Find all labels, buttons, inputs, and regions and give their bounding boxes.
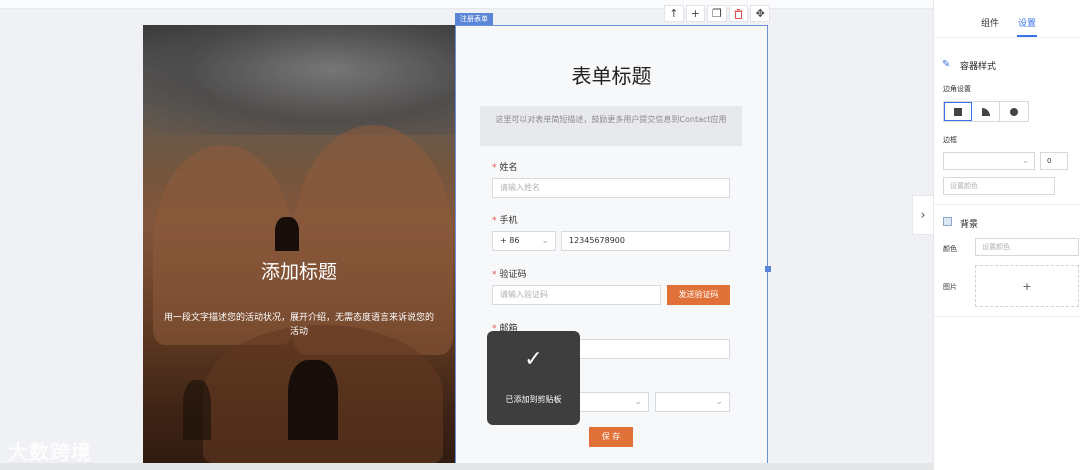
chevron-right-icon: › (920, 207, 926, 223)
country-code-value: + 86 (500, 236, 520, 245)
check-icon: ✓ (524, 347, 543, 372)
hero-overlay (143, 25, 455, 470)
chevron-down-icon: ⌄ (715, 397, 723, 407)
tab-components[interactable]: 组件 (981, 16, 999, 29)
rounded-corner-icon (981, 107, 990, 116)
region-select-2[interactable]: ⌄ (655, 392, 730, 412)
background-checkbox[interactable] (943, 217, 952, 226)
phone-label-text: 手机 (499, 216, 518, 226)
image-upload-button[interactable]: + (975, 265, 1079, 307)
phone-input[interactable]: 12345678900 (561, 231, 730, 251)
square-corner-icon (954, 107, 962, 116)
save-button[interactable]: 保 存 (589, 427, 633, 447)
color-label: 颜色 (943, 245, 957, 253)
copied-toast: ✓ 已添加到剪贴板 (487, 331, 580, 425)
component-toolbar: ↑ + ❐ ✥ (664, 5, 770, 22)
code-label: * 验证码 (492, 267, 527, 280)
border-label: 边框 (943, 136, 957, 144)
hero-description[interactable]: 用一段文字描述您的活动状况，展开介绍，无需态度语言来诉说您的活动 (163, 311, 435, 339)
move-up-icon[interactable]: ↑ (664, 5, 684, 22)
form-description[interactable]: 这里可以对表单简短描述，鼓励更多用户提交信息到Contact应用 (480, 106, 742, 146)
required-mark: * (492, 163, 497, 173)
name-label-text: 姓名 (499, 163, 518, 173)
hero-image[interactable]: 添加标题 用一段文字描述您的活动状况，展开介绍，无需态度语言来诉说您的活动 (143, 25, 455, 470)
border-style-select[interactable]: ⌄ (943, 152, 1035, 170)
selection-tag: 注册表单 (455, 13, 493, 25)
background-color-input[interactable]: 设置颜色 (975, 238, 1079, 256)
send-code-button[interactable]: 发送验证码 (667, 285, 730, 305)
active-tab-indicator (1017, 35, 1037, 37)
watermark-text: 大数跨境 (8, 440, 92, 464)
add-icon[interactable]: + (685, 5, 706, 22)
name-label: * 姓名 (492, 160, 518, 173)
form-title[interactable]: 表单标题 (455, 60, 768, 89)
circle-corner-icon (1010, 107, 1018, 116)
style-wand-icon: ✎ (942, 59, 951, 70)
delete-icon[interactable] (728, 5, 749, 22)
settings-sidebar: 组件 设置 ✎ 容器样式 边角设置 边框 ⌄ 0 设置颜色 背景 颜色 设置颜色… (933, 0, 1080, 470)
sidebar-tabs: 组件 设置 (934, 0, 1080, 38)
code-label-text: 验证码 (499, 270, 527, 280)
watermark-logo: 大数跨境 (8, 436, 92, 465)
corner-rounded-button[interactable] (972, 102, 1000, 121)
bottom-scrollbar[interactable] (0, 463, 933, 470)
chevron-down-icon: ⌄ (634, 397, 642, 407)
required-mark: * (492, 216, 497, 226)
corner-settings-label: 边角设置 (943, 85, 971, 93)
background-title: 背景 (960, 220, 979, 230)
top-bar (0, 0, 933, 9)
section-divider (934, 204, 1080, 205)
code-input[interactable]: 请输入验证码 (492, 285, 661, 305)
border-width-input[interactable]: 0 (1040, 152, 1068, 170)
copy-icon[interactable]: ❐ (707, 5, 727, 22)
image-label: 图片 (943, 283, 957, 291)
chevron-down-icon: ⌄ (1022, 156, 1029, 165)
region-select-1[interactable]: ⌄ (575, 392, 649, 412)
corner-square-button[interactable] (944, 102, 972, 121)
name-input[interactable]: 请输入姓名 (492, 178, 730, 198)
resize-handle[interactable] (765, 266, 771, 272)
collapse-panel-button[interactable]: › (912, 195, 933, 235)
toast-message: 已添加到剪贴板 (505, 395, 562, 404)
country-code-select[interactable]: + 86 ⌄ (492, 231, 556, 251)
chevron-down-icon: ⌄ (541, 236, 549, 246)
section-divider (934, 316, 1080, 317)
required-mark: * (492, 270, 497, 280)
corner-circle-button[interactable] (1000, 102, 1028, 121)
hero-title[interactable]: 添加标题 (143, 257, 455, 284)
drag-move-icon[interactable]: ✥ (750, 5, 770, 22)
corner-style-group (943, 101, 1029, 122)
tab-settings[interactable]: 设置 (1018, 16, 1036, 29)
phone-label: * 手机 (492, 213, 518, 226)
border-color-input[interactable]: 设置颜色 (943, 177, 1055, 195)
plus-icon: + (1022, 279, 1032, 293)
container-style-title: 容器样式 (960, 62, 997, 72)
